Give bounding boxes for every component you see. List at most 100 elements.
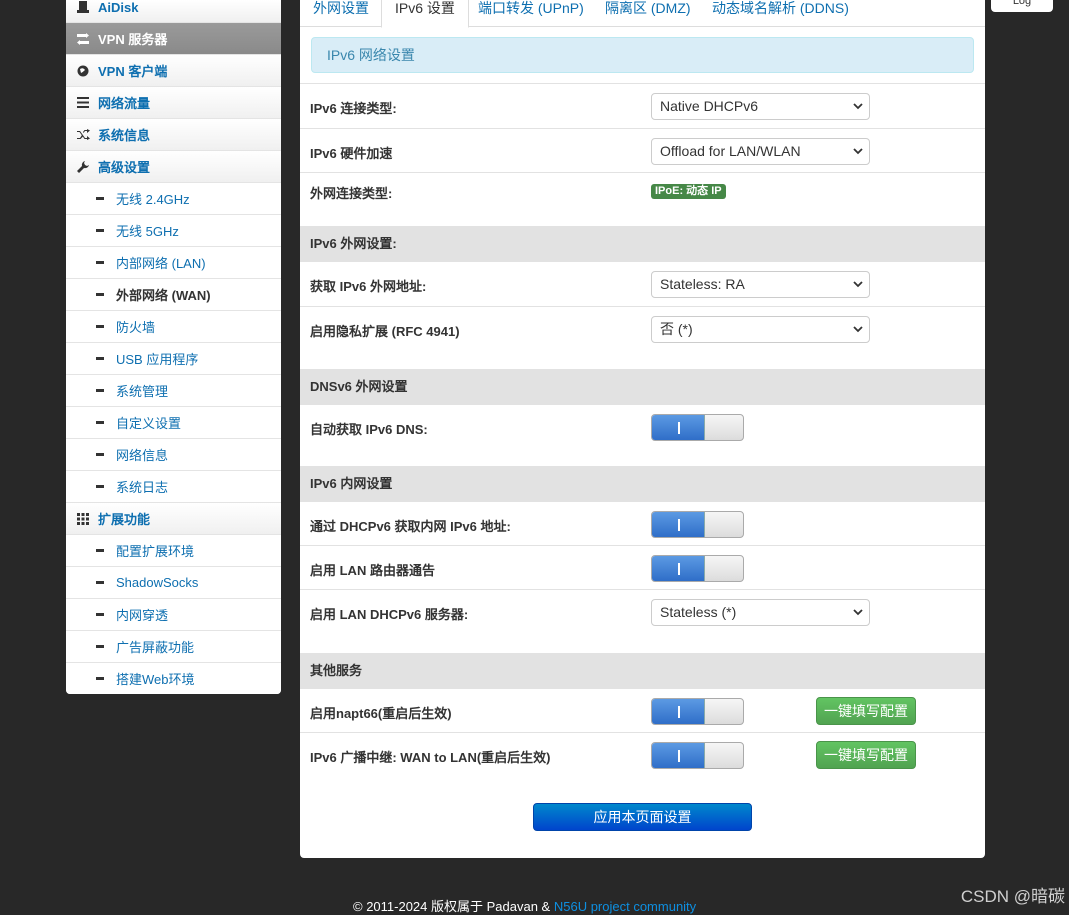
sidebar-sub-shadowsocks[interactable]: ShadowSocks	[66, 567, 281, 599]
section-other: 其他服务	[300, 653, 985, 688]
row-relay: IPv6 广播中继: WAN to LAN(重启后生效) 一键填写配置	[300, 732, 985, 782]
dhcpv6-server-label: 启用 LAN DHCPv6 服务器:	[310, 607, 469, 622]
sidebar-sub-lan[interactable]: 内部网络 (LAN)	[66, 247, 281, 279]
sidebar-item-vpn-client[interactable]: VPN 客户端	[66, 55, 281, 87]
wrench-icon	[76, 160, 90, 174]
bullet-icon	[96, 645, 104, 648]
dhcp-addr-label: 通过 DHCPv6 获取内网 IPv6 地址:	[310, 519, 511, 534]
sidebar-sub-wifi5[interactable]: 无线 5GHz	[66, 215, 281, 247]
sidebar-item-sysinfo[interactable]: 系统信息	[66, 119, 281, 151]
get-addr-label: 获取 IPv6 外网地址:	[310, 279, 427, 294]
sidebar-sub-firewall[interactable]: 防火墙	[66, 311, 281, 343]
tab-ddns[interactable]: 动态域名解析 (DDNS)	[699, 0, 862, 27]
sub-label: ShadowSocks	[116, 575, 199, 590]
sidebar-sub-tunnel[interactable]: 内网穿透	[66, 599, 281, 631]
sidebar-sub-custom[interactable]: 自定义设置	[66, 407, 281, 439]
sidebar-item-vpn-server[interactable]: VPN 服务器	[66, 23, 281, 55]
dhcpv6-server-select[interactable]: Stateless (*)	[651, 599, 870, 626]
sidebar-sub-ext-env[interactable]: 配置扩展环境	[66, 535, 281, 567]
select-value: Stateless (*)	[660, 604, 737, 620]
row-dhcp-addr: 通过 DHCPv6 获取内网 IPv6 地址:	[300, 501, 985, 545]
globe-icon	[76, 64, 90, 78]
footer: © 2011-2024 版权属于 Padavan & N56U project …	[353, 896, 696, 915]
sidebar-sub-syslog[interactable]: 系统日志	[66, 471, 281, 503]
tab-upnp[interactable]: 端口转发 (UPnP)	[465, 0, 597, 27]
sidebar-item-label: AiDisk	[98, 0, 139, 15]
sub-label: 网络信息	[116, 448, 169, 463]
bullet-icon	[96, 453, 104, 456]
sidebar-sub-netinfo[interactable]: 网络信息	[66, 439, 281, 471]
sub-label: USB 应用程序	[116, 352, 199, 367]
sub-label: 内网穿透	[116, 608, 169, 623]
wan-type-badge: IPoE: 动态 IP	[651, 184, 726, 199]
tab-bar: 外网设置 IPv6 设置 端口转发 (UPnP) 隔离区 (DMZ) 动态域名解…	[300, 0, 985, 28]
sub-label: 配置扩展环境	[116, 544, 195, 559]
relay-label: IPv6 广播中继: WAN to LAN(重启后生效)	[310, 750, 551, 765]
bullet-icon	[96, 485, 104, 488]
grid-icon	[76, 512, 90, 526]
ra-label: 启用 LAN 路由器通告	[310, 563, 435, 578]
main-panel: 外网设置 IPv6 设置 端口转发 (UPnP) 隔离区 (DMZ) 动态域名解…	[300, 0, 985, 858]
sidebar: AiDisk VPN 服务器 VPN 客户端 网络流量 系统信息 高级设置 无线…	[66, 0, 281, 694]
list-icon	[76, 96, 90, 110]
bullet-icon	[96, 229, 104, 232]
log-button[interactable]: Log	[991, 0, 1053, 12]
sub-label: 系统日志	[116, 480, 169, 495]
sidebar-item-label: 高级设置	[98, 160, 151, 175]
auto-dns-toggle[interactable]	[651, 414, 744, 441]
bullet-icon	[96, 677, 104, 680]
chevron-down-icon	[853, 103, 863, 110]
sub-label: 自定义设置	[116, 416, 182, 431]
napt66-fill-button[interactable]: 一键填写配置	[816, 697, 916, 725]
bullet-icon	[96, 293, 104, 296]
info-alert: IPv6 网络设置	[311, 37, 974, 73]
conn-type-select[interactable]: Native DHCPv6	[651, 93, 870, 120]
sidebar-sub-wifi24[interactable]: 无线 2.4GHz	[66, 183, 281, 215]
sub-label: 外部网络 (WAN)	[116, 288, 211, 303]
get-addr-select[interactable]: Stateless: RA	[651, 271, 870, 298]
bullet-icon	[96, 549, 104, 552]
relay-toggle[interactable]	[651, 742, 744, 769]
shuffle-icon	[76, 128, 90, 142]
sidebar-item-traffic[interactable]: 网络流量	[66, 87, 281, 119]
sidebar-item-aidisk[interactable]: AiDisk	[66, 0, 281, 23]
auto-dns-label: 自动获取 IPv6 DNS:	[310, 422, 428, 437]
apply-button[interactable]: 应用本页面设置	[533, 803, 752, 831]
chevron-down-icon	[853, 148, 863, 155]
sidebar-sub-web[interactable]: 搭建Web环境	[66, 663, 281, 694]
hw-accel-select[interactable]: Offload for LAN/WLAN	[651, 138, 870, 165]
privacy-label: 启用隐私扩展 (RFC 4941)	[310, 324, 460, 339]
row-napt66: 启用napt66(重启后生效) 一键填写配置	[300, 688, 985, 732]
section-ipv6-lan: IPv6 内网设置	[300, 466, 985, 501]
row-ra: 启用 LAN 路由器通告	[300, 545, 985, 589]
relay-fill-button[interactable]: 一键填写配置	[816, 741, 916, 769]
sidebar-item-extensions[interactable]: 扩展功能	[66, 503, 281, 535]
privacy-select[interactable]: 否 (*)	[651, 316, 870, 343]
bullet-icon	[96, 613, 104, 616]
sidebar-item-advanced[interactable]: 高级设置	[66, 151, 281, 183]
napt66-label: 启用napt66(重启后生效)	[310, 706, 452, 721]
disk-icon	[76, 0, 90, 14]
ra-toggle[interactable]	[651, 555, 744, 582]
sub-label: 系统管理	[116, 384, 169, 399]
sidebar-item-label: 网络流量	[98, 96, 151, 111]
sidebar-sub-admin[interactable]: 系统管理	[66, 375, 281, 407]
sub-label: 无线 2.4GHz	[116, 192, 190, 207]
sidebar-sub-adblock[interactable]: 广告屏蔽功能	[66, 631, 281, 663]
tab-wan[interactable]: 外网设置	[300, 0, 382, 27]
row-auto-dns: 自动获取 IPv6 DNS:	[300, 404, 985, 466]
sidebar-item-label: VPN 服务器	[98, 32, 168, 47]
bullet-icon	[96, 581, 104, 584]
chevron-down-icon	[853, 326, 863, 333]
sidebar-sub-usb[interactable]: USB 应用程序	[66, 343, 281, 375]
row-get-addr: 获取 IPv6 外网地址: Stateless: RA	[300, 261, 985, 306]
sidebar-sub-wan[interactable]: 外部网络 (WAN)	[66, 279, 281, 311]
dhcp-addr-toggle[interactable]	[651, 511, 744, 538]
napt66-toggle[interactable]	[651, 698, 744, 725]
sub-label: 无线 5GHz	[116, 224, 179, 239]
tab-ipv6[interactable]: IPv6 设置	[381, 0, 469, 28]
select-value: Native DHCPv6	[660, 98, 759, 114]
sidebar-item-label: 系统信息	[98, 128, 151, 143]
select-value: 否 (*)	[660, 321, 693, 337]
tab-dmz[interactable]: 隔离区 (DMZ)	[592, 0, 704, 27]
